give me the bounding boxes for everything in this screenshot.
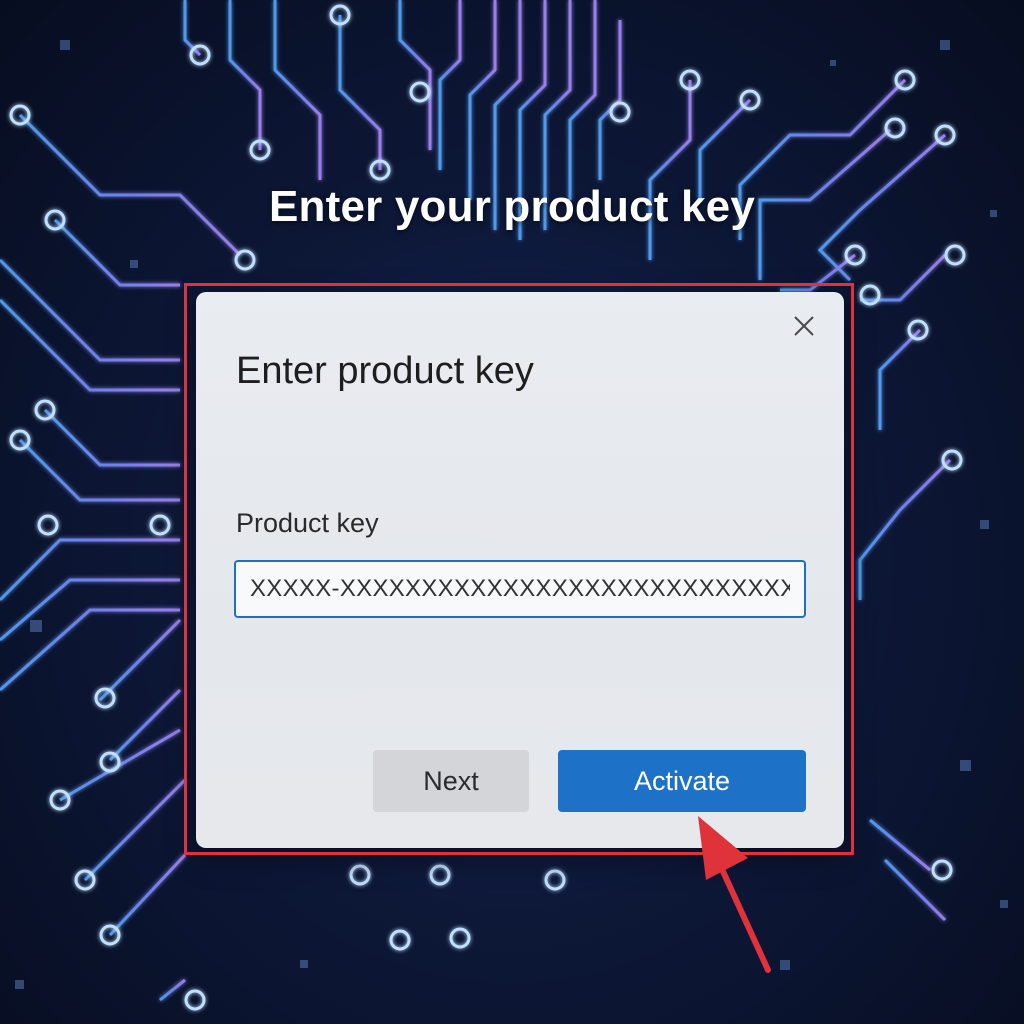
- page-headline: Enter your product key: [268, 182, 756, 231]
- highlight-outline: [184, 283, 854, 855]
- screen-background: Enter your product key Enter product key…: [0, 0, 1024, 1024]
